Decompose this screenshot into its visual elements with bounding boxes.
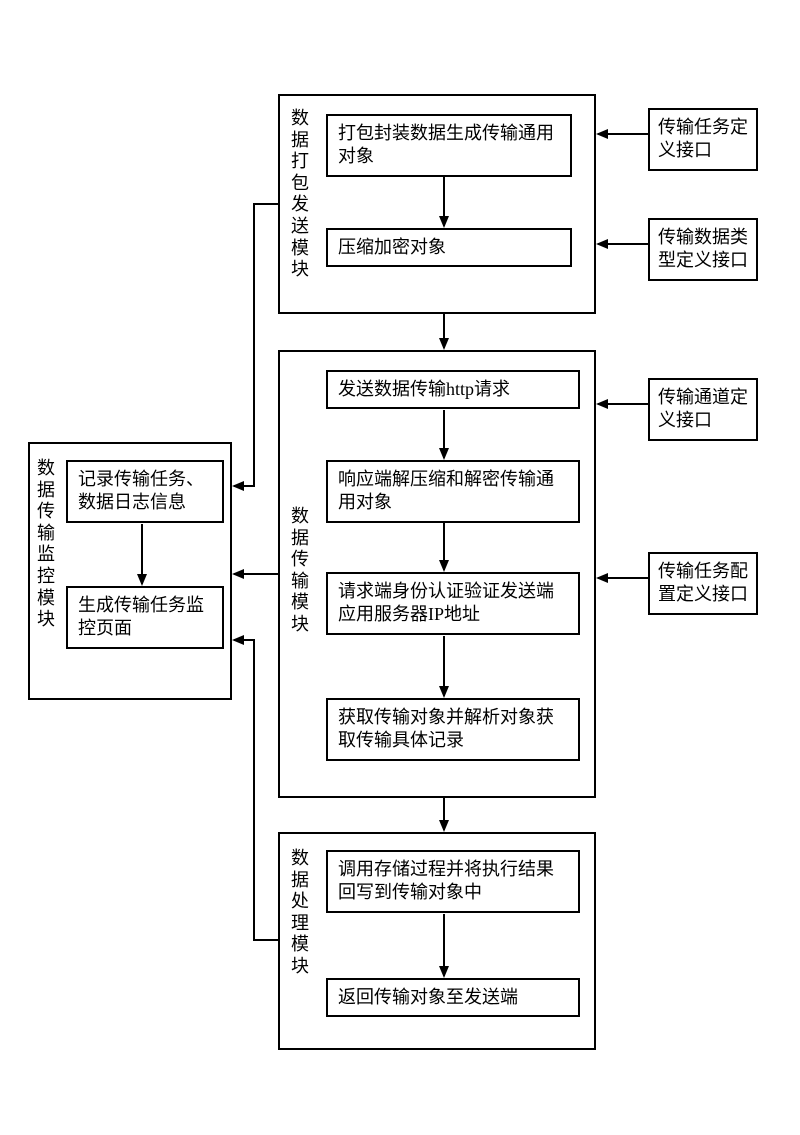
monitor-page-step: 生成传输任务监控页面 [66, 586, 224, 649]
process-module-label: 数据处理模块 [290, 848, 310, 978]
package-compress-step: 压缩加密对象 [326, 228, 572, 267]
monitor-page-text: 生成传输任务监控页面 [78, 595, 204, 638]
package-pack-text: 打包封装数据生成传输通用对象 [338, 123, 554, 166]
transfer-module-label: 数据传输模块 [290, 506, 310, 636]
monitor-log-text: 记录传输任务、数据日志信息 [78, 469, 204, 512]
interface-datatype-def-text: 传输数据类型定义接口 [658, 227, 748, 270]
interface-channel-def: 传输通道定义接口 [648, 378, 758, 441]
process-sp-text: 调用存储过程并将执行结果回写到传输对象中 [338, 859, 554, 902]
interface-datatype-def: 传输数据类型定义接口 [648, 218, 758, 281]
transfer-auth-step: 请求端身份认证验证发送端应用服务器IP地址 [326, 572, 580, 635]
package-module-label: 数据打包发送模块 [290, 108, 310, 281]
interface-task-config-def-text: 传输任务配置定义接口 [658, 561, 748, 604]
transfer-decompress-text: 响应端解压缩和解密传输通用对象 [338, 469, 554, 512]
transfer-decompress-step: 响应端解压缩和解密传输通用对象 [326, 460, 580, 523]
transfer-http-text: 发送数据传输http请求 [338, 379, 510, 399]
monitor-log-step: 记录传输任务、数据日志信息 [66, 460, 224, 523]
interface-task-def: 传输任务定义接口 [648, 108, 758, 171]
package-compress-text: 压缩加密对象 [338, 237, 446, 257]
process-return-text: 返回传输对象至发送端 [338, 987, 518, 1007]
interface-task-def-text: 传输任务定义接口 [658, 117, 748, 160]
transfer-http-step: 发送数据传输http请求 [326, 370, 580, 409]
package-pack-step: 打包封装数据生成传输通用对象 [326, 114, 572, 177]
interface-task-config-def: 传输任务配置定义接口 [648, 552, 758, 615]
transfer-parse-step: 获取传输对象并解析对象获取传输具体记录 [326, 698, 580, 761]
monitor-module-label: 数据传输监控模块 [36, 458, 56, 631]
process-sp-step: 调用存储过程并将执行结果回写到传输对象中 [326, 850, 580, 913]
interface-channel-def-text: 传输通道定义接口 [658, 387, 748, 430]
transfer-parse-text: 获取传输对象并解析对象获取传输具体记录 [338, 707, 554, 750]
transfer-auth-text: 请求端身份认证验证发送端应用服务器IP地址 [338, 581, 554, 624]
process-return-step: 返回传输对象至发送端 [326, 978, 580, 1017]
